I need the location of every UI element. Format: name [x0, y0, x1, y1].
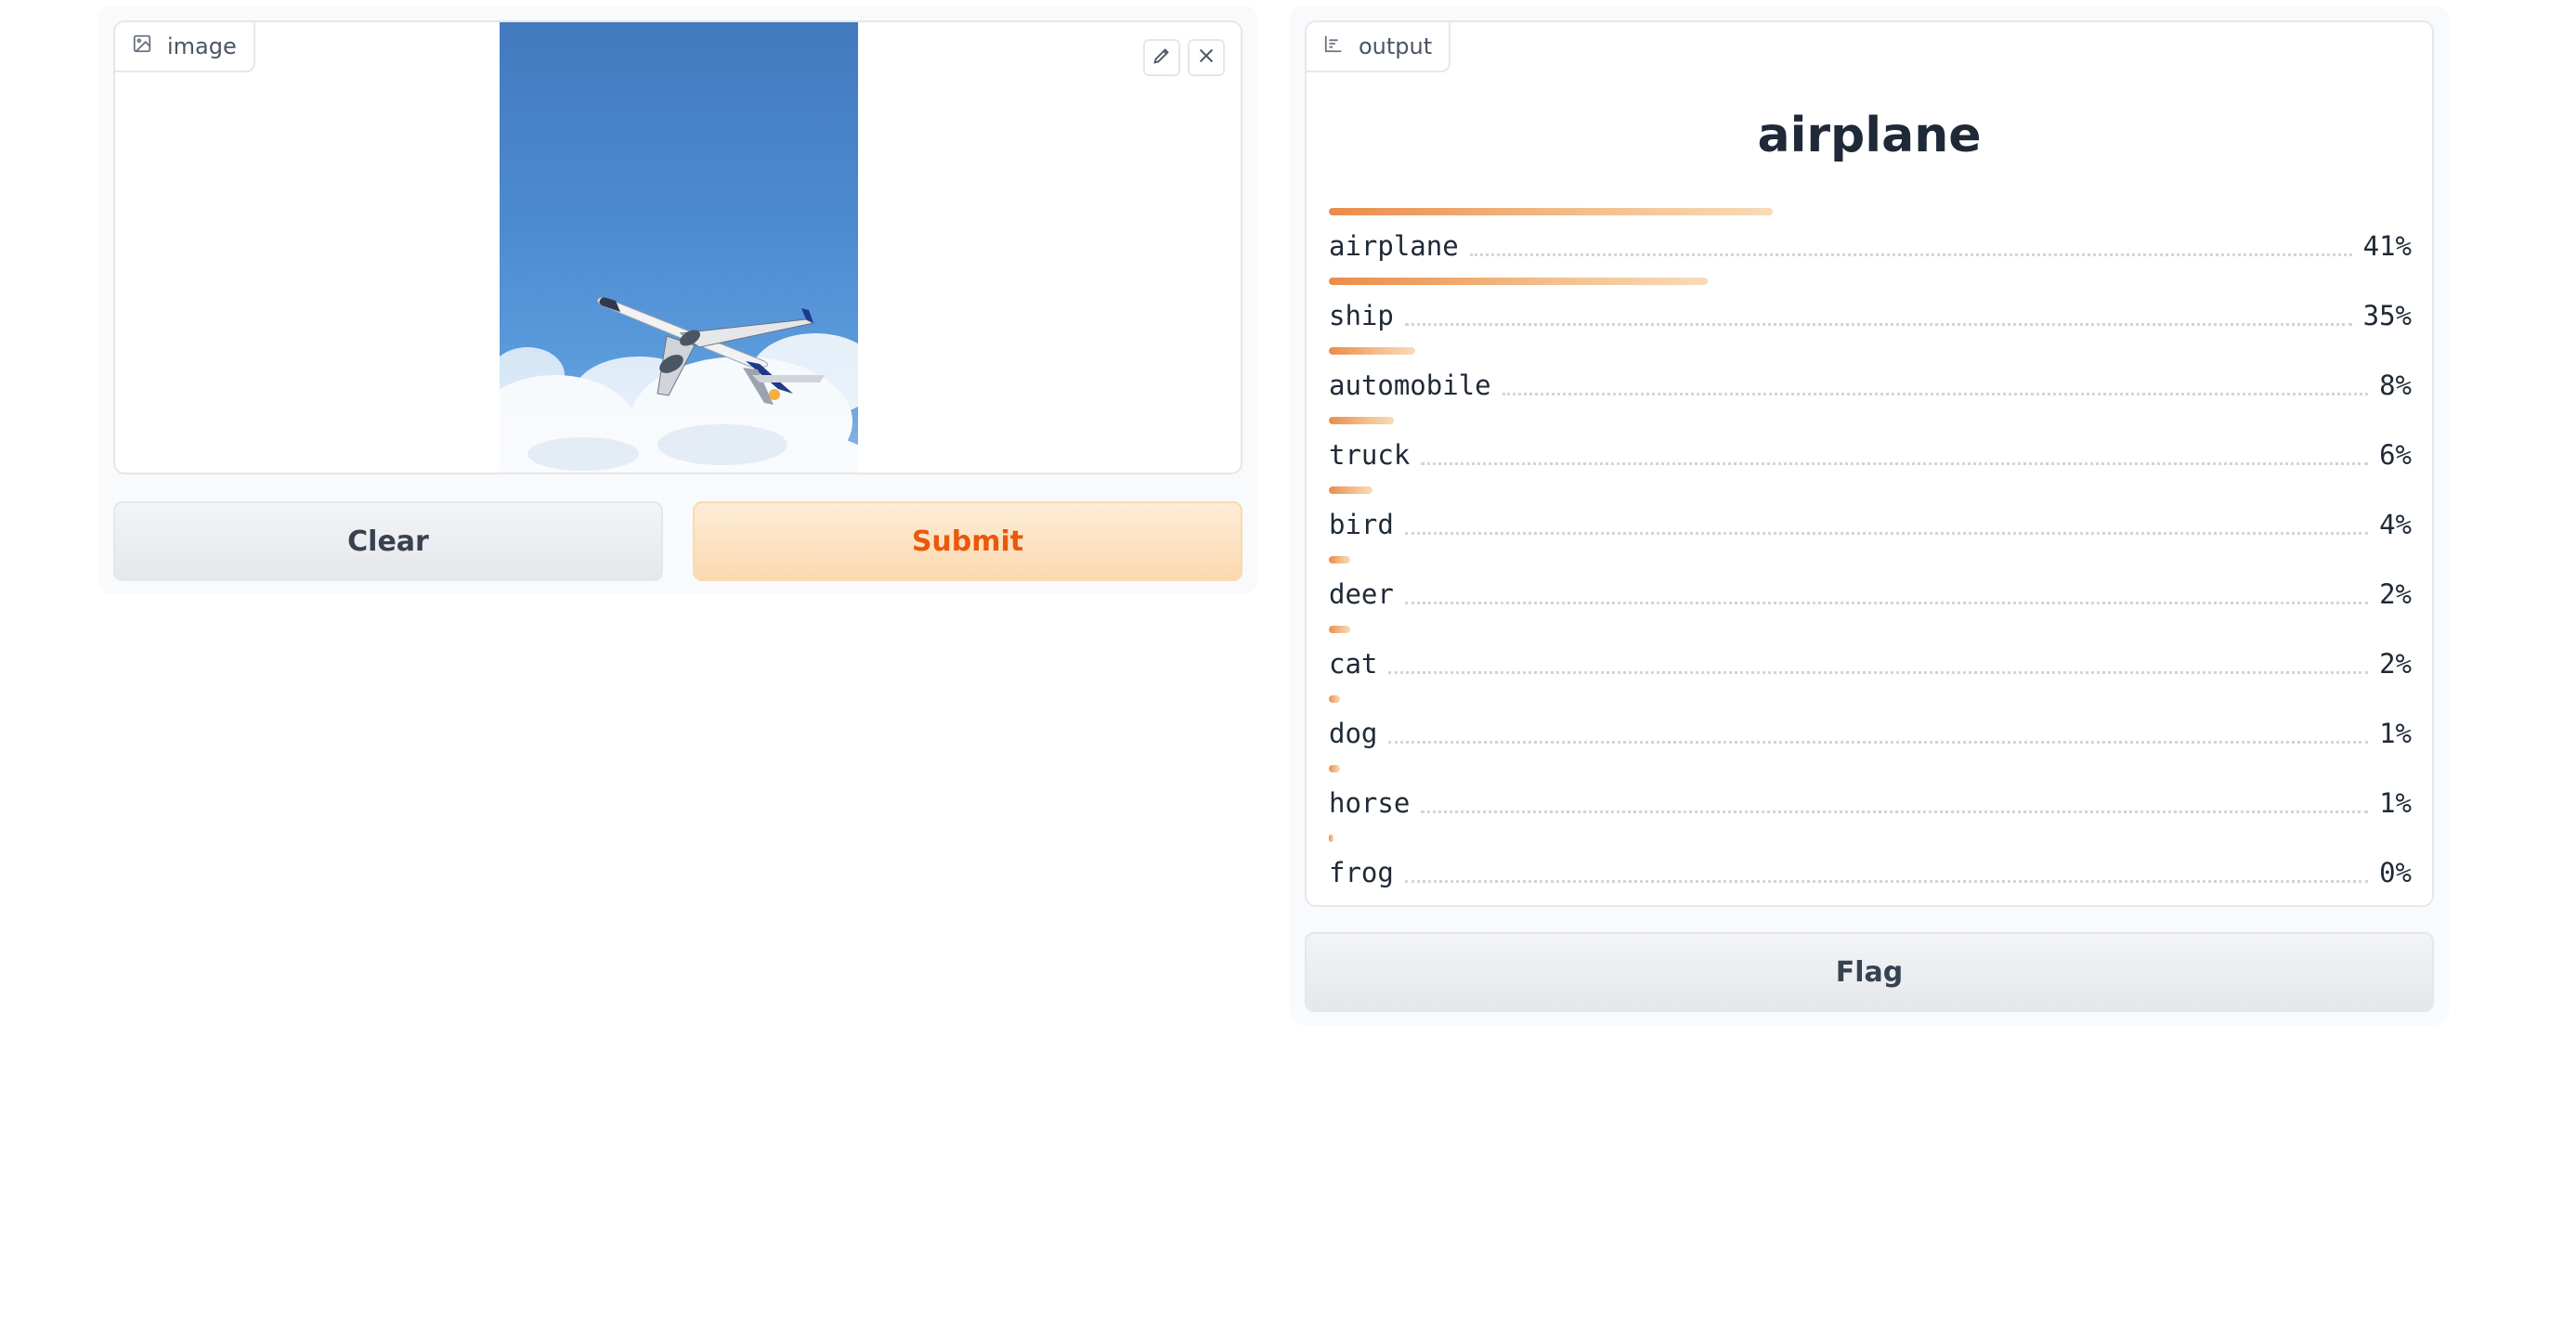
confidence-bar: [1329, 208, 1773, 215]
confidence-line: automobile 8%: [1329, 364, 2412, 401]
predicted-label: airplane: [1757, 108, 1982, 163]
dotted-leader: [1502, 393, 2369, 395]
confidence-label: horse: [1329, 787, 1411, 819]
confidence-bar: [1329, 695, 1340, 703]
confidence-row: deer 2%: [1329, 556, 2412, 626]
image-tab-text: image: [167, 33, 237, 59]
confidence-line: deer 2%: [1329, 573, 2412, 610]
confidence-row: frog 0%: [1329, 835, 2412, 904]
dotted-leader: [1404, 532, 2369, 535]
confidence-label: ship: [1329, 300, 1394, 331]
confidence-percent: 35%: [2362, 300, 2412, 331]
confidence-row: truck 6%: [1329, 417, 2412, 486]
confidence-row: horse 1%: [1329, 765, 2412, 835]
input-panel: image Clear Submit: [98, 6, 1257, 594]
confidence-label: cat: [1329, 648, 1378, 680]
confidence-line: truck 6%: [1329, 434, 2412, 471]
confidence-bar: [1329, 417, 1394, 424]
flag-button[interactable]: Flag: [1305, 932, 2434, 1012]
submit-button[interactable]: Submit: [693, 501, 1242, 581]
confidence-row: airplane 41%: [1329, 208, 2412, 278]
confidence-label: deer: [1329, 578, 1394, 610]
confidence-line: cat 2%: [1329, 642, 2412, 680]
confidence-label: airplane: [1329, 230, 1459, 262]
confidence-percent: 4%: [2379, 509, 2412, 540]
confidence-line: frog 0%: [1329, 851, 2412, 888]
confidence-percent: 1%: [2379, 787, 2412, 819]
dotted-leader: [1388, 741, 2369, 744]
confidence-line: airplane 41%: [1329, 225, 2412, 262]
confidence-list: airplane 41% ship 35% automobile 8% truck 6% bir…: [1329, 208, 2412, 904]
output-tab-text: output: [1359, 33, 1433, 59]
image-tab-label: image: [115, 22, 255, 72]
confidence-row: bird 4%: [1329, 486, 2412, 556]
confidence-label: dog: [1329, 718, 1378, 749]
dotted-leader: [1421, 462, 2369, 465]
confidence-bar: [1329, 486, 1373, 494]
uploaded-airplane-image: [500, 22, 858, 473]
dotted-leader: [1421, 810, 2369, 813]
confidence-row: automobile 8%: [1329, 347, 2412, 417]
dotted-leader: [1404, 323, 2352, 326]
edit-button[interactable]: [1143, 39, 1180, 76]
confidence-label: truck: [1329, 439, 1411, 471]
confidence-label: automobile: [1329, 369, 1491, 401]
output-tab-label: output: [1307, 22, 1451, 72]
confidence-percent: 6%: [2379, 439, 2412, 471]
confidence-line: ship 35%: [1329, 294, 2412, 331]
confidence-percent: 41%: [2362, 230, 2412, 262]
confidence-row: ship 35%: [1329, 278, 2412, 347]
confidence-bar: [1329, 835, 1334, 842]
confidence-bar: [1329, 347, 1415, 355]
label-output: output airplane airplane 41% ship 35% automo…: [1305, 20, 2434, 907]
confidence-line: bird 4%: [1329, 503, 2412, 540]
output-panel: output airplane airplane 41% ship 35% automo…: [1290, 6, 2449, 1025]
image-icon: [132, 33, 152, 59]
confidence-percent: 8%: [2379, 369, 2412, 401]
bar-chart-icon: [1323, 33, 1344, 59]
confidence-percent: 1%: [2379, 718, 2412, 749]
dotted-leader: [1388, 671, 2369, 674]
confidence-label: frog: [1329, 857, 1394, 888]
close-icon: [1196, 45, 1216, 70]
image-input[interactable]: image: [113, 20, 1242, 474]
confidence-row: dog 1%: [1329, 695, 2412, 765]
confidence-bar: [1329, 765, 1340, 772]
dotted-leader: [1469, 253, 2352, 256]
confidence-label: bird: [1329, 509, 1394, 540]
clear-button[interactable]: Clear: [113, 501, 663, 581]
confidence-bar: [1329, 556, 1350, 564]
confidence-line: dog 1%: [1329, 712, 2412, 749]
confidence-bar: [1329, 278, 1708, 285]
confidence-percent: 2%: [2379, 648, 2412, 680]
confidence-row: cat 2%: [1329, 626, 2412, 695]
confidence-line: horse 1%: [1329, 782, 2412, 819]
close-button[interactable]: [1188, 39, 1225, 76]
pencil-icon: [1151, 45, 1172, 70]
confidence-bar: [1329, 626, 1350, 633]
dotted-leader: [1404, 602, 2369, 604]
confidence-percent: 2%: [2379, 578, 2412, 610]
dotted-leader: [1404, 880, 2369, 883]
confidence-percent: 0%: [2379, 857, 2412, 888]
